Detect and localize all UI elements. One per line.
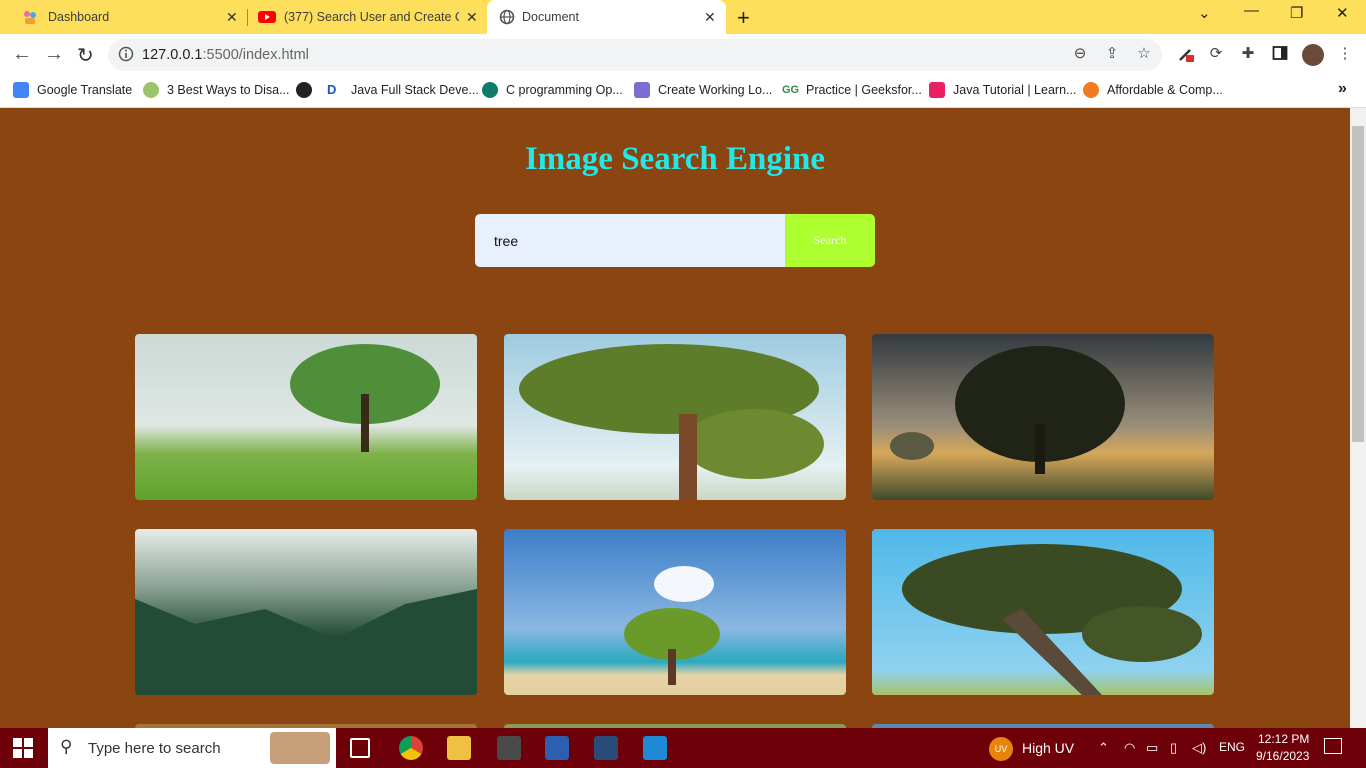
bookmark-c-programming[interactable]: C programming Op...: [482, 82, 623, 98]
close-window-icon[interactable]: ✕: [1336, 4, 1349, 22]
gfg-icon: GG: [782, 82, 800, 98]
firefox-icon: [1083, 82, 1099, 98]
close-tab-icon[interactable]: ✕: [466, 9, 478, 26]
new-tab-button[interactable]: +: [737, 5, 750, 31]
bookmark-3-best-ways[interactable]: 3 Best Ways to Disa...: [143, 82, 290, 98]
word-icon[interactable]: [545, 736, 569, 760]
wifi-icon[interactable]: ◠: [1124, 740, 1135, 756]
youtube-icon: [258, 9, 276, 25]
image-result-2[interactable]: [504, 334, 846, 500]
bookmark-star-icon[interactable]: ☆: [1135, 45, 1153, 63]
image-result-1[interactable]: [135, 334, 477, 500]
taskbar-search-box[interactable]: ⚲ Type here to search: [48, 728, 336, 768]
hexagon-icon: [634, 82, 650, 98]
bookmark-geeksforgeeks[interactable]: GG Practice | Geeksfor...: [782, 82, 922, 98]
vscode-icon[interactable]: [643, 736, 667, 760]
windows-start-icon[interactable]: [13, 738, 33, 758]
sync-extension-icon[interactable]: ⟳: [1207, 45, 1225, 63]
tray-chevron-icon[interactable]: ⌃: [1098, 740, 1109, 756]
chrome-icon[interactable]: [399, 736, 423, 760]
eyedropper-extension-icon[interactable]: [1177, 45, 1195, 63]
url-text[interactable]: 127.0.0.1:5500/index.html: [142, 47, 309, 63]
restore-icon[interactable]: ❐: [1290, 4, 1303, 22]
bookmarks-overflow-icon[interactable]: »: [1338, 80, 1347, 98]
menu-kebab-icon[interactable]: ⋮: [1336, 45, 1354, 63]
close-tab-icon[interactable]: ✕: [704, 9, 716, 26]
sublime-text-icon[interactable]: [497, 736, 521, 760]
forward-arrow-icon[interactable]: →: [44, 43, 64, 66]
tab-title: (377) Search User and Create Cha: [284, 10, 459, 24]
image-result-6[interactable]: [872, 529, 1214, 695]
reload-icon[interactable]: ↻: [77, 43, 94, 68]
meadow-tree-image: [290, 344, 440, 452]
mysql-workbench-icon[interactable]: [594, 736, 618, 760]
bookmark-globe[interactable]: [296, 82, 320, 98]
image-result-5[interactable]: [504, 529, 846, 695]
bookmark-java-full-stack[interactable]: D Java Full Stack Deve...: [327, 82, 479, 98]
search-button[interactable]: Search: [785, 214, 875, 267]
clock-date[interactable]: 9/16/2023: [1256, 749, 1309, 763]
battery-icon[interactable]: ▭: [1146, 740, 1158, 756]
task-view-icon[interactable]: [350, 738, 370, 758]
tab-title: Dashboard: [48, 10, 110, 24]
globe-icon: [296, 82, 312, 98]
c-programming-icon: [482, 82, 498, 98]
weather-text[interactable]: High UV: [1022, 740, 1074, 756]
tab-search-chevron-icon[interactable]: ⌄: [1198, 4, 1211, 22]
profile-avatar[interactable]: [1302, 44, 1324, 66]
back-arrow-icon[interactable]: ←: [12, 43, 32, 66]
extensions-puzzle-icon[interactable]: ✚: [1239, 45, 1257, 63]
phone-link-icon[interactable]: ▯: [1170, 740, 1177, 756]
close-tab-icon[interactable]: ✕: [226, 9, 238, 26]
search-input[interactable]: [475, 214, 785, 267]
scrollbar-thumb[interactable]: [1352, 126, 1364, 442]
page-content: Image Search Engine Search: [0, 108, 1350, 728]
tab-dashboard[interactable]: Dashboard ✕: [8, 0, 248, 34]
tab-document[interactable]: Document ✕: [487, 0, 726, 34]
cube-icon: [929, 82, 945, 98]
bookmark-affordable[interactable]: Affordable & Comp...: [1083, 82, 1223, 98]
site-info-icon[interactable]: [117, 46, 135, 64]
avatar-face-icon: [143, 82, 159, 98]
dashboard-favicon-icon: [22, 9, 38, 25]
file-explorer-icon[interactable]: [447, 736, 471, 760]
share-icon[interactable]: ⇪: [1103, 45, 1121, 63]
taskbar-search-placeholder: Type here to search: [88, 740, 221, 757]
image-result-4[interactable]: [135, 529, 477, 695]
google-translate-icon: [13, 82, 29, 98]
image-result-3[interactable]: [872, 334, 1214, 500]
volume-icon[interactable]: ◁): [1192, 740, 1206, 756]
side-panel-icon[interactable]: [1271, 45, 1289, 63]
misty-forest-image: [135, 589, 477, 695]
magnifier-icon: ⚲: [60, 737, 73, 756]
page-title: Image Search Engine: [524, 141, 826, 177]
tab-title: Document: [522, 10, 579, 24]
minimize-icon[interactable]: —: [1244, 2, 1259, 19]
bookmark-google-translate[interactable]: Google Translate: [13, 82, 132, 98]
d-logo-icon: D: [327, 82, 343, 98]
misty-sunrise-tree-image: [890, 346, 1125, 474]
spreading-tree-image: [519, 344, 824, 500]
twisted-tree-image: [902, 544, 1202, 695]
language-indicator[interactable]: ENG: [1219, 740, 1245, 754]
search-highlight-icon: [270, 732, 330, 764]
clock-time[interactable]: 12:12 PM: [1258, 732, 1309, 746]
bookmark-java-tutorial[interactable]: Java Tutorial | Learn...: [929, 82, 1076, 98]
beach-tree-image: [624, 566, 720, 685]
uv-weather-icon[interactable]: UV: [989, 737, 1013, 761]
notifications-icon[interactable]: [1324, 738, 1342, 754]
zoom-icon[interactable]: ⊖: [1071, 45, 1089, 63]
globe-icon: [499, 9, 515, 25]
bookmark-create-working[interactable]: Create Working Lo...: [634, 82, 772, 98]
tab-youtube[interactable]: (377) Search User and Create Cha ✕: [248, 0, 486, 34]
